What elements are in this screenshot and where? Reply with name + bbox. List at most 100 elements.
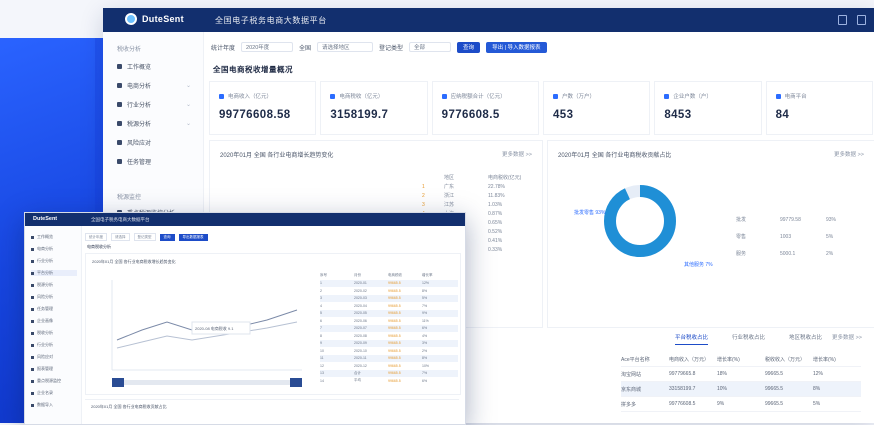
query-button[interactable]: 查询 — [457, 41, 481, 53]
overlay-sidebar-item[interactable]: 数据导入 — [31, 402, 53, 408]
table-row[interactable]: 8 2020-08 99665.5 4% — [320, 332, 458, 340]
table-row[interactable]: 淘宝网站 99779665.8 18% 99665.5 12% — [621, 367, 861, 382]
table-row[interactable]: 9 2020-09 99665.5 3% — [320, 339, 458, 347]
kpi-card[interactable]: 电商平台 84 — [765, 81, 873, 135]
logo-icon — [125, 13, 137, 25]
table-row[interactable]: 京东商城 33158199.7 10% 99665.5 8% — [621, 382, 861, 397]
overlay-sidebar-item[interactable]: 行业分析 — [31, 258, 53, 264]
table-cell: 99776608.5 — [669, 401, 696, 407]
kpi-card[interactable]: 户数（万户） 453 — [542, 81, 651, 135]
overlay-sidebar-item[interactable]: 税源分析 — [31, 282, 53, 288]
risk-icon — [117, 139, 122, 145]
sidebar-item-risk[interactable]: 风险应对 — [117, 136, 197, 148]
menu-icon — [31, 367, 34, 371]
table-row[interactable]: 10 2020-10 99665.5 2% — [320, 347, 458, 355]
user-icon[interactable] — [857, 15, 866, 25]
overlay-bottom-panel: 2020年01月 全国 各行业电商税收贡献占比 — [85, 399, 459, 422]
overlay-sidebar-item[interactable]: 税收分析 — [31, 330, 53, 336]
kpi-card[interactable]: 企业户数（户） 8453 — [654, 81, 762, 135]
menu-icon — [31, 259, 34, 263]
donut-chart[interactable] — [600, 181, 680, 261]
table-row[interactable]: 11 2020-11 99665.5 8% — [320, 354, 458, 362]
table-row[interactable]: 7 2020-07 99665.5 6% — [320, 324, 458, 332]
table-row[interactable]: 2 2020-02 99665.5 8% — [320, 287, 458, 295]
overlay-region-select[interactable]: 请选择 — [111, 233, 130, 241]
overlay-sidebar-item[interactable]: 工作概览 — [31, 234, 53, 240]
kpi-icon — [552, 93, 558, 99]
table-row[interactable]: 拼多多 99776608.5 9% 99665.5 5% — [621, 397, 861, 412]
table-row[interactable]: 12 2020-12 99665.5 10% — [320, 362, 458, 370]
table-cell: 99665.5 — [765, 386, 784, 392]
overlay-sidebar-item[interactable]: 报表管理 — [31, 366, 53, 372]
table-header-cell: 税收收入（万元） — [765, 356, 806, 363]
region-select[interactable]: 请选择地区 — [317, 42, 374, 52]
table-cell: 9% — [422, 311, 428, 316]
app-logo[interactable]: DuteSent — [125, 13, 184, 25]
table-cell: 2020-06 — [354, 318, 367, 323]
overlay-sidebar-item[interactable]: 行业分析 — [31, 342, 53, 348]
tab-industry[interactable]: 行业税收占比 — [732, 333, 765, 345]
overlay-sidebar-item[interactable]: 重点税源监控 — [31, 378, 61, 384]
sidebar-item-ecommerce[interactable]: 电商分析 ⌄ — [117, 79, 197, 91]
overlay-sidebar-item[interactable]: 风险分析 — [31, 294, 53, 300]
sidebar-item-industry[interactable]: 行业分析 ⌄ — [117, 98, 197, 110]
table-row[interactable]: 3 江苏 1.03% — [422, 200, 540, 209]
table-row[interactable]: 5 2020-05 99665.5 9% — [320, 309, 458, 317]
notification-icon[interactable] — [838, 15, 847, 25]
more-link[interactable]: 更多数据 >> — [834, 150, 864, 158]
overlay-sidebar-item[interactable]: 任务管理 — [31, 306, 53, 312]
more-link[interactable]: 更多数据 >> — [502, 150, 532, 158]
table-row[interactable]: 13 合计 99665.5 7% — [320, 369, 458, 377]
time-select[interactable]: 2020年度 — [241, 42, 294, 52]
overlay-sidebar-item[interactable]: 电商分析 — [31, 246, 53, 252]
legend-row[interactable]: 批发 99779.58 93% — [736, 211, 872, 228]
table-row[interactable]: 1 2020-01 99665.5 12% — [320, 279, 458, 287]
sidebar-item-tax-source[interactable]: 税源分析 ⌄ — [117, 117, 197, 129]
table-row[interactable]: 3 2020-03 99665.5 5% — [320, 294, 458, 302]
type-select[interactable]: 全部 — [409, 42, 452, 52]
range-slider-handle[interactable] — [290, 378, 302, 387]
table-cell: 2020-02 — [354, 288, 367, 293]
range-slider-handle[interactable] — [112, 378, 124, 387]
overlay-sidebar: 工作概览 电商分析 行业分析 平台分析 税源分析 风险分析 任务管理 企业画像 税收分析 行业分析… — [25, 226, 82, 424]
table-row[interactable]: 1 广东 22.78% — [422, 182, 540, 191]
range-slider-track[interactable] — [112, 380, 302, 385]
trend-line-chart[interactable]: 2020-08 电商税收 9.1 — [92, 270, 312, 390]
table-cell: 8% — [422, 288, 428, 293]
overlay-sidebar-item[interactable]: 企业画像 — [31, 318, 53, 324]
table-row[interactable]: 14 平均 99665.5 6% — [320, 377, 458, 385]
kpi-card[interactable]: 应纳税额合计（亿元） 9776608.5 — [431, 81, 539, 135]
legend-row[interactable]: 零售 1003 5% — [736, 228, 872, 245]
overlay-export-button[interactable]: 导出数据报表 — [178, 233, 208, 241]
overlay-year-select[interactable]: 统计年度 — [85, 233, 107, 241]
donut-slice-批发零售[interactable] — [604, 185, 676, 257]
overlay-sidebar-label: 企业画像 — [37, 318, 53, 323]
sidebar-item-overview[interactable]: 工作概览 — [117, 60, 197, 72]
more-link[interactable]: 更多数据 >> — [832, 333, 862, 341]
tab-platform[interactable]: 平台税收占比 — [675, 333, 709, 345]
overlay-query-button[interactable]: 查询 — [159, 233, 175, 241]
table-row[interactable]: 4 2020-04 99665.5 7% — [320, 302, 458, 310]
tab-region[interactable]: 地区税收占比 — [789, 333, 822, 345]
overlay-sidebar-item[interactable]: 风险应对 — [31, 354, 53, 360]
kpi-value: 99776608.58 — [219, 109, 291, 121]
overlay-sidebar-item[interactable]: 平台分析 — [31, 270, 77, 276]
kpi-label: 电商税收（亿元） — [339, 94, 384, 100]
overlay-sidebar-label: 风险应对 — [37, 354, 53, 359]
overlay-sidebar-label: 数据导入 — [37, 402, 53, 407]
overlay-logo[interactable]: DuteSent — [33, 216, 57, 222]
table-cell: 22.78% — [488, 183, 505, 190]
table-row[interactable]: 6 2020-06 99665.5 11% — [320, 317, 458, 325]
menu-icon — [31, 379, 34, 383]
legend-row[interactable]: 服务 5000.1 2% — [736, 245, 872, 262]
sidebar-item-tasks[interactable]: 任务管理 — [117, 155, 197, 167]
export-button[interactable]: 导出 | 导入数据报表 — [486, 41, 547, 53]
overlay-sidebar-item[interactable]: 企业名录 — [31, 390, 53, 396]
table-cell: 5% — [422, 296, 428, 301]
table-row[interactable]: 2 浙江 11.83% — [422, 191, 540, 200]
overlay-type-select[interactable]: 登记类型 — [133, 233, 156, 241]
overlay-sidebar-label: 风险分析 — [37, 294, 53, 299]
kpi-icon — [664, 93, 670, 99]
kpi-card[interactable]: 电商收入（亿元） 99776608.58 — [209, 81, 317, 135]
kpi-card[interactable]: 电商税收（亿元） 3158199.7 — [320, 81, 428, 135]
